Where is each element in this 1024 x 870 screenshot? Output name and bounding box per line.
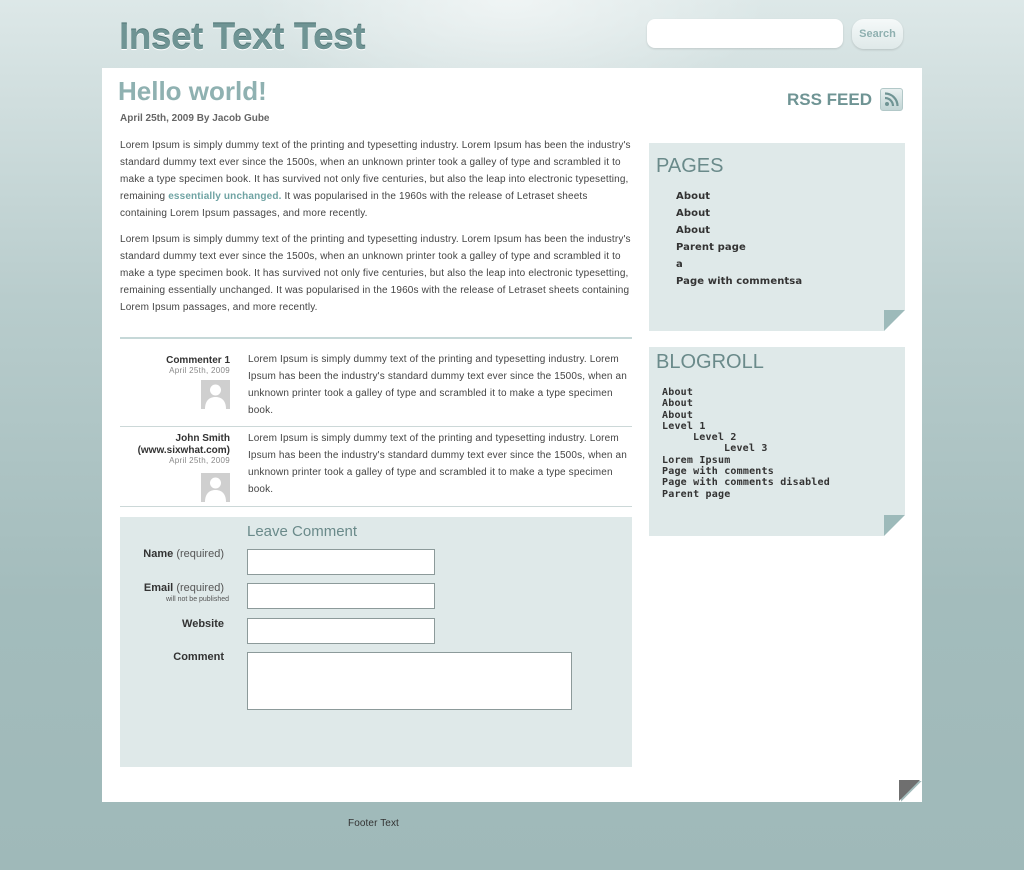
form-heading: Leave Comment <box>247 523 358 540</box>
blogroll-list: About About About Level 1 Level 2 Level … <box>662 387 830 500</box>
rss-feed-label: RSS FEED <box>787 89 873 109</box>
email-label-text: Email <box>143 582 174 594</box>
essentially-unchanged-link[interactable]: essentially unchanged. <box>168 191 281 202</box>
comment-label-text: Comment <box>173 651 224 663</box>
comment-form: Leave Comment Name (required) Email (req… <box>120 517 632 767</box>
blogroll-item[interactable]: Level 2 <box>662 432 830 443</box>
blogroll-item[interactable]: About <box>662 410 830 421</box>
blogroll-item[interactable]: Lorem Ipsum <box>662 455 830 466</box>
avatar <box>201 473 230 502</box>
comments-divider <box>120 337 632 339</box>
blogroll-item[interactable]: About <box>662 387 830 398</box>
default-avatar-icon <box>205 384 226 409</box>
blogroll-widget-title: BLOGROLL <box>656 351 764 373</box>
site-title[interactable]: Inset Text Test <box>119 16 366 58</box>
comment-author: John Smith <box>175 433 230 444</box>
blogroll-item[interactable]: About <box>662 398 830 409</box>
pages-item[interactable]: About <box>676 190 802 207</box>
rss-feed-link[interactable]: RSS FEED <box>787 88 904 111</box>
blogroll-item[interactable]: Page with comments <box>662 466 830 477</box>
pages-item[interactable]: Parent page <box>676 241 802 258</box>
pages-item[interactable]: Page with commentsa <box>676 275 802 292</box>
post-paragraph: Lorem Ipsum is simply dummy text of the … <box>120 234 631 313</box>
comment-author: Commenter 1 <box>166 355 230 366</box>
comment-date: April 25th, 2009 <box>169 456 230 465</box>
default-avatar-icon <box>205 477 226 502</box>
blogroll-widget: BLOGROLL About About About Level 1 Level… <box>649 347 905 536</box>
required-note: (required) <box>176 582 224 594</box>
name-field[interactable] <box>247 549 435 575</box>
comment-text: Lorem Ipsum is simply dummy text of the … <box>248 433 627 495</box>
rss-icon <box>880 88 904 111</box>
post-meta: April 25th, 2009 By Jacob Gube <box>120 113 270 124</box>
post-paragraph: Lorem Ipsum is simply dummy text of the … <box>120 137 632 222</box>
website-field[interactable] <box>247 618 435 644</box>
comment-label: Comment <box>173 651 224 663</box>
blogroll-item[interactable]: Level 1 <box>662 421 830 432</box>
comment-textarea[interactable] <box>247 652 572 710</box>
footer-text: Footer Text <box>348 818 399 829</box>
name-label-text: Name <box>143 548 174 560</box>
email-field[interactable] <box>247 583 435 609</box>
blogroll-item[interactable]: Page with comments disabled <box>662 477 830 488</box>
pages-widget-title: PAGES <box>656 155 724 177</box>
email-label: Email (required) <box>144 582 224 594</box>
website-label-text: Website <box>182 618 224 630</box>
comment-author-website[interactable]: (www.sixwhat.com) <box>138 445 230 456</box>
pages-item[interactable]: About <box>676 224 802 241</box>
search-button[interactable]: Search <box>852 19 903 49</box>
pages-item[interactable]: a <box>676 258 802 275</box>
blogroll-item[interactable]: Parent page <box>662 489 830 500</box>
search-input[interactable] <box>647 19 843 48</box>
email-privacy-note: will not be published <box>165 596 229 603</box>
post-content: Lorem Ipsum is simply dummy text of the … <box>120 137 632 325</box>
avatar <box>201 380 230 409</box>
comment-divider <box>120 506 632 507</box>
website-label: Website <box>182 618 224 630</box>
required-note: (required) <box>176 548 224 560</box>
comment-date: April 25th, 2009 <box>169 366 230 375</box>
name-label: Name (required) <box>143 548 224 560</box>
comment-text: Lorem Ipsum is simply dummy text of the … <box>248 354 627 416</box>
blogroll-item[interactable]: Level 3 <box>662 443 830 454</box>
pages-widget: PAGES About About About Parent page a Pa… <box>649 143 905 331</box>
pages-item[interactable]: About <box>676 207 802 224</box>
pages-list: About About About Parent page a Page wit… <box>676 190 802 292</box>
comment-divider <box>120 426 632 427</box>
post-title[interactable]: Hello world! <box>118 76 267 107</box>
